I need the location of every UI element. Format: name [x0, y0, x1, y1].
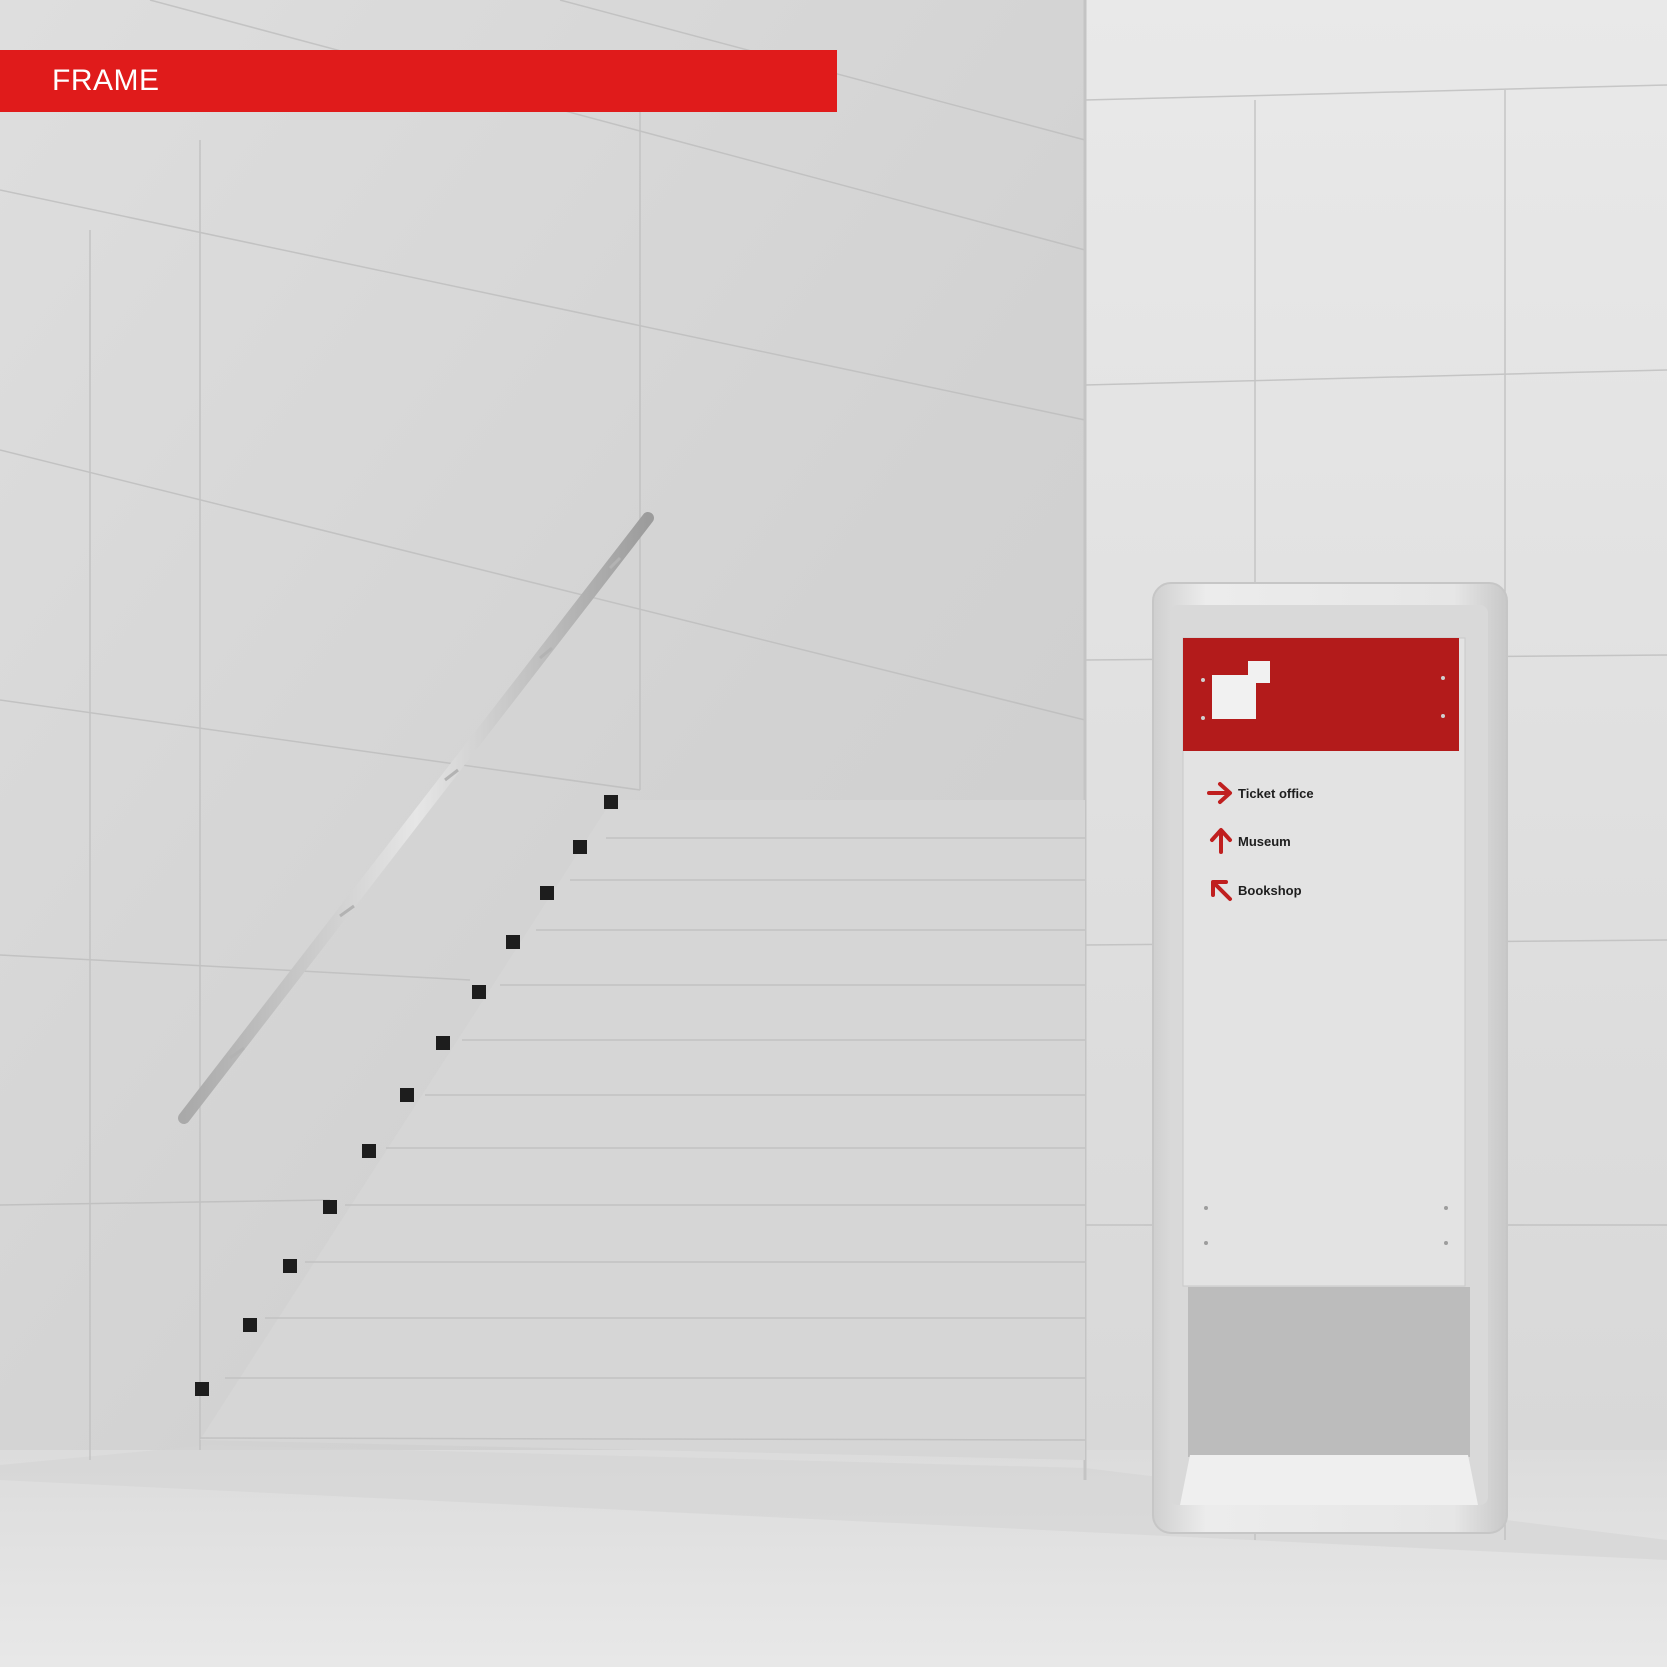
frame-banner: FRAME — [0, 50, 837, 112]
sign-frame-cavity — [1188, 1287, 1470, 1457]
staircase-scene — [0, 0, 1667, 1667]
sign-item-ticket-office: Ticket office — [1238, 786, 1314, 801]
banner-title: FRAME — [52, 64, 160, 97]
sign-base — [1180, 1455, 1478, 1505]
sign-item-museum: Museum — [1238, 834, 1291, 849]
sign-item-bookshop: Bookshop — [1238, 883, 1302, 898]
sign-logo-square-small — [1248, 661, 1270, 683]
